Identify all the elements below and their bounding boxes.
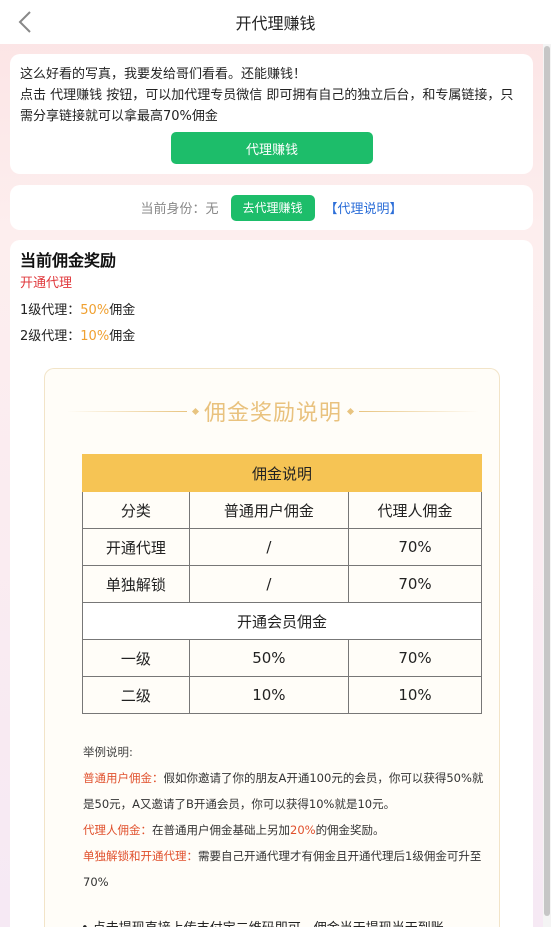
nav-bar: 开代理赚钱 (0, 0, 551, 44)
table-cell: 70% (347, 565, 483, 603)
example-paragraph-2: 代理人佣金：在普通用户佣金基础上另加20%的佣金奖励。 (83, 817, 493, 843)
panel-title: 佣金奖励说明 (45, 391, 501, 431)
column-header: 代理人佣金 (347, 491, 483, 529)
example-highlight: 20% (290, 823, 316, 837)
table-cell: 50% (188, 639, 349, 677)
table-header: 佣金说明 (82, 454, 482, 492)
example-paragraph-1: 普通用户佣金：假如你邀请了你的朋友A开通100元的会员，你可以获得50%就是50… (83, 765, 493, 817)
level1-suffix: 佣金 (109, 303, 136, 318)
table-subheader: 开通会员佣金 (82, 602, 482, 640)
table-cell: 一级 (82, 639, 190, 677)
title-divider-left (66, 410, 187, 412)
example-title: 举例说明: (83, 745, 133, 759)
table-row: 开通代理 / 70% (82, 528, 483, 566)
example-label: 普通用户佣金： (83, 771, 164, 785)
agent-earn-button[interactable]: 代理赚钱 (171, 132, 373, 164)
chevron-left-icon (18, 11, 31, 33)
commission-type: 开通代理 (20, 276, 73, 291)
commission-title: 当前佣金奖励 (20, 251, 117, 270)
level1-value: 50% (80, 303, 110, 318)
table-cell: 二级 (82, 676, 190, 714)
title-divider-right (359, 410, 479, 412)
back-button[interactable] (10, 6, 40, 38)
diamond-icon (346, 407, 355, 415)
diamond-icon (191, 407, 200, 415)
column-header: 分类 (82, 491, 190, 529)
scrollbar[interactable] (543, 44, 551, 927)
table-cell: 70% (347, 528, 483, 566)
example-text: 的佣金奖励。 (315, 823, 385, 837)
table-cell: 70% (347, 639, 483, 677)
level2-prefix: 2级代理： (20, 329, 81, 344)
level2-value: 10% (80, 329, 110, 344)
intro-line-1: 这么好看的写真，我要发给哥们看看。还能赚钱！ (20, 67, 307, 82)
level2-row: 2级代理：10%佣金 (20, 328, 523, 346)
example-label: 代理人佣金： (83, 823, 152, 837)
example-section: 举例说明: 普通用户佣金：假如你邀请了你的朋友A开通100元的会员，你可以获得5… (83, 739, 493, 895)
identity-card: 当前身份：无 去代理赚钱 【代理说明】 (10, 185, 533, 230)
level2-suffix: 佣金 (109, 329, 136, 344)
commission-card: 当前佣金奖励 开通代理 1级代理：50%佣金 2级代理：10%佣金 佣金奖励说明… (10, 240, 533, 927)
table-cell: 单独解锁 (82, 565, 190, 603)
table-cell: 10% (188, 676, 349, 714)
agent-info-link[interactable]: 【代理说明】 (325, 198, 403, 217)
table-row: 单独解锁 / 70% (82, 565, 483, 603)
identity-label: 当前身份：无 (140, 202, 219, 217)
table-row: 二级 10% 10% (82, 676, 483, 714)
example-text: 在普通用户佣金基础上另加 (152, 823, 290, 837)
panel-title-text: 佣金奖励说明 (203, 401, 342, 426)
example-paragraph-3: 单独解锁和开通代理：需要自己开通代理才有佣金且开通代理后1级佣金可升至70% (83, 843, 493, 895)
table-cell: / (188, 565, 349, 603)
go-agent-button[interactable]: 去代理赚钱 (230, 194, 315, 221)
level1-row: 1级代理：50%佣金 (20, 302, 523, 320)
table-cell: / (188, 528, 349, 566)
withdraw-note: • 点击提现直接上传支付宝二维码即可，佣金当天提现当天到账 (81, 917, 444, 927)
table-cell: 10% (347, 676, 483, 714)
commission-explanation-panel: 佣金奖励说明 佣金说明 分类 普通用户佣金 代理人佣金 开通代理 / 70% 单… (44, 368, 500, 927)
column-header: 普通用户佣金 (188, 491, 349, 529)
intro-line-2: 点击 代理赚钱 按钮，可以加代理专员微信 即可拥有自己的独立后台，和专属链接，只… (20, 88, 514, 124)
table-row: 分类 普通用户佣金 代理人佣金 (82, 491, 483, 529)
table-cell: 开通代理 (82, 528, 190, 566)
level1-prefix: 1级代理： (20, 303, 81, 318)
scrollbar-thumb[interactable] (544, 46, 550, 916)
table-row: 一级 50% 70% (82, 639, 483, 677)
example-label: 单独解锁和开通代理： (83, 849, 198, 863)
intro-card: 这么好看的写真，我要发给哥们看看。还能赚钱！ 点击 代理赚钱 按钮，可以加代理专… (10, 54, 533, 174)
page-title: 开代理赚钱 (235, 14, 316, 33)
commission-table: 佣金说明 分类 普通用户佣金 代理人佣金 开通代理 / 70% 单独解锁 / 7… (82, 454, 483, 714)
